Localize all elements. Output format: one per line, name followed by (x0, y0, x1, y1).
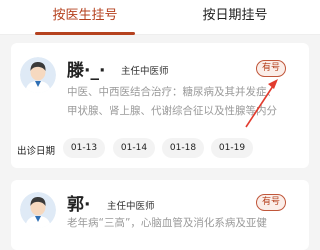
doctor-specialty-line1: 中医、中西医结合治疗：糖尿病及其并发症、 (67, 86, 277, 98)
doctor-name: 滕·_· (67, 61, 106, 81)
date-chip[interactable]: 01-14 (113, 138, 155, 158)
date-chip[interactable]: 01-18 (162, 138, 204, 158)
doctor-card[interactable]: 滕·_· 主任中医师 有号 中医、中西医结合治疗：糖尿病及其并发症、 甲状腺、肾… (11, 43, 309, 168)
doctor-title: 主任中医师 (107, 201, 155, 212)
availability-badge: 有号 (256, 60, 287, 77)
doctor-avatar-icon (20, 57, 56, 93)
date-chip[interactable]: 01-19 (211, 138, 253, 158)
doctor-specialty-line2: 甲状腺、肾上腺、代谢综合征以及性腺等内分 (67, 105, 277, 117)
tab-by-doctor[interactable]: 按医生挂号 (35, 0, 135, 35)
visit-date-label: 出诊日期 (17, 146, 56, 157)
doctor-card[interactable]: 郭· 主任中医师 有号 老年病“三高”，心脑血管及消化系病及亚健 (11, 180, 309, 250)
doctor-specialty-line1: 老年病“三高”，心脑血管及消化系病及亚健 (67, 217, 267, 229)
registration-tabs: 按医生挂号 按日期挂号 (0, 0, 320, 35)
availability-badge: 有号 (256, 194, 287, 211)
tab-by-date[interactable]: 按日期挂号 (185, 0, 285, 35)
doctor-title: 主任中医师 (121, 66, 169, 77)
date-chip[interactable]: 01-13 (63, 138, 105, 158)
doctor-avatar-icon (20, 192, 56, 228)
doctor-name: 郭· (67, 195, 91, 215)
active-tab-indicator (35, 32, 135, 35)
